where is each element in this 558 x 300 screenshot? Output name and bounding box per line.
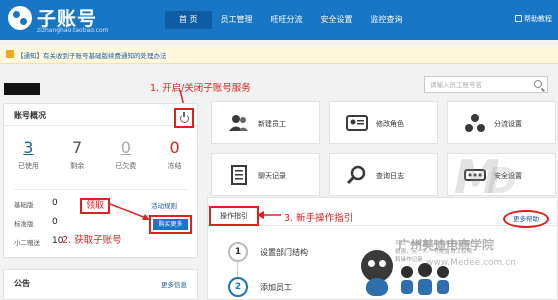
step-label: 设置部门结构 bbox=[260, 248, 308, 257]
divider bbox=[14, 189, 189, 190]
watermark-line-1: 广州美迪电商学院 bbox=[398, 238, 495, 252]
plan-value: 0 bbox=[52, 217, 58, 227]
buy-more-label: 购买更多 bbox=[153, 219, 188, 230]
help-link[interactable]: 帮助教程 bbox=[515, 14, 552, 24]
announcements-panel: 公告 更多信息 bbox=[3, 269, 198, 300]
staff-search[interactable] bbox=[424, 76, 548, 93]
watermark-logo-icon: M D bbox=[454, 150, 517, 203]
stat-value[interactable]: 3 bbox=[4, 139, 53, 157]
panel-header: 账号概况 bbox=[4, 104, 197, 126]
tile-label: 查询日志 bbox=[376, 172, 404, 180]
step-connector bbox=[237, 262, 238, 277]
stat-remaining: 7 剩余 bbox=[53, 139, 102, 171]
brand-logo-icon bbox=[8, 6, 32, 30]
stat-value: 7 bbox=[72, 138, 83, 157]
plan-row: 标准版 0 bbox=[14, 217, 58, 228]
nav-item-staff[interactable]: 员工管理 bbox=[212, 11, 262, 29]
help-book-icon bbox=[515, 15, 522, 22]
annotation-2: 领取 bbox=[80, 198, 110, 214]
main-nav: 首 页 员工管理 旺旺分流 安全设置 监控查询 bbox=[165, 11, 412, 29]
stat-label: 剩余 bbox=[70, 162, 85, 170]
plan-name: 小二赠送 bbox=[14, 239, 40, 247]
nav-item-security[interactable]: 安全设置 bbox=[312, 11, 362, 29]
stat-frozen: 0 冻结 bbox=[150, 139, 199, 171]
plan-row: 基础版 0 bbox=[14, 198, 58, 209]
step-number: 1 bbox=[228, 242, 248, 262]
tile-edit-role[interactable]: 修改角色 bbox=[329, 101, 438, 144]
tile-new-staff[interactable]: 新建员工 bbox=[211, 101, 320, 144]
tile-label: 聊天记录 bbox=[258, 172, 286, 180]
top-header: 子账号 zizhanghao.taobao.com 首 页 员工管理 旺旺分流 … bbox=[0, 0, 558, 40]
brand-domain: zizhanghao.taobao.com bbox=[37, 27, 109, 34]
tile-label: 分流设置 bbox=[494, 120, 522, 128]
stat-label: 已欠费 bbox=[115, 162, 137, 170]
announcements-title: 公告 bbox=[14, 279, 30, 288]
flow-share-icon bbox=[465, 114, 485, 132]
watermark: M D 广州美迪电商学院 www.Medee.com.cn bbox=[398, 148, 554, 268]
tile-label: 新建员工 bbox=[258, 120, 286, 128]
nav-item-wangwang[interactable]: 旺旺分流 bbox=[262, 11, 312, 29]
panel-title: 账号概况 bbox=[14, 111, 46, 120]
guide-title: 操作指引 bbox=[209, 206, 259, 226]
nav-item-home[interactable]: 首 页 bbox=[165, 11, 212, 29]
redacted-username bbox=[4, 83, 40, 95]
mascot-body bbox=[366, 278, 388, 296]
more-info-link[interactable]: 更多信息 bbox=[161, 279, 187, 289]
help-label: 帮助教程 bbox=[524, 15, 552, 23]
more-help-link[interactable]: 更多帮助 bbox=[503, 210, 549, 228]
stat-label: 冻结 bbox=[167, 162, 182, 170]
role-card-icon bbox=[346, 115, 368, 131]
notice-link[interactable]: 【通知】有关收到子账号基础版续费通知的处理办法 bbox=[17, 50, 167, 60]
annotation-4: 3. 新手操作指引 bbox=[284, 213, 354, 224]
stat-label: 已使用 bbox=[17, 162, 39, 170]
notice-bar: 【通知】有关收到子账号基础版续费通知的处理办法 bbox=[0, 46, 558, 64]
stat-used[interactable]: 3 已使用 bbox=[4, 139, 53, 171]
annotation-3: 2. 获取子账号 bbox=[62, 235, 122, 246]
search-input[interactable] bbox=[425, 77, 547, 92]
power-icon bbox=[179, 111, 189, 123]
svg-text:D: D bbox=[487, 161, 517, 202]
speaker-icon bbox=[6, 50, 14, 58]
users-add-icon bbox=[229, 115, 248, 131]
stat-value[interactable]: 0 bbox=[102, 139, 151, 157]
tile-flow-settings[interactable]: 分流设置 bbox=[447, 101, 556, 144]
tile-label: 修改角色 bbox=[376, 120, 404, 128]
stat-value: 0 bbox=[169, 138, 180, 157]
search-icon[interactable] bbox=[534, 80, 542, 88]
service-toggle-button[interactable] bbox=[174, 108, 194, 128]
annotation-arrow-2 bbox=[109, 203, 150, 220]
plan-name: 基础版 bbox=[14, 201, 34, 209]
watermark-line-2: www.Medee.com.cn bbox=[426, 258, 516, 268]
step-label: 添加员工 bbox=[260, 283, 292, 292]
plan-name: 标准版 bbox=[14, 220, 34, 228]
annotation-arrow-4 bbox=[257, 211, 281, 219]
search-log-icon bbox=[346, 165, 366, 185]
step-number: 2 bbox=[228, 277, 248, 297]
stat-overdue[interactable]: 0 已欠费 bbox=[102, 139, 151, 171]
nav-item-monitor[interactable]: 监控查询 bbox=[362, 11, 412, 29]
plan-value: 0 bbox=[52, 198, 58, 208]
plan-row: 小二赠送 10 bbox=[14, 236, 63, 247]
chat-log-icon bbox=[231, 165, 247, 185]
stats-row: 3 已使用 7 剩余 0 已欠费 0 冻结 bbox=[4, 139, 199, 171]
tile-chat-log[interactable]: 聊天记录 bbox=[211, 153, 320, 196]
